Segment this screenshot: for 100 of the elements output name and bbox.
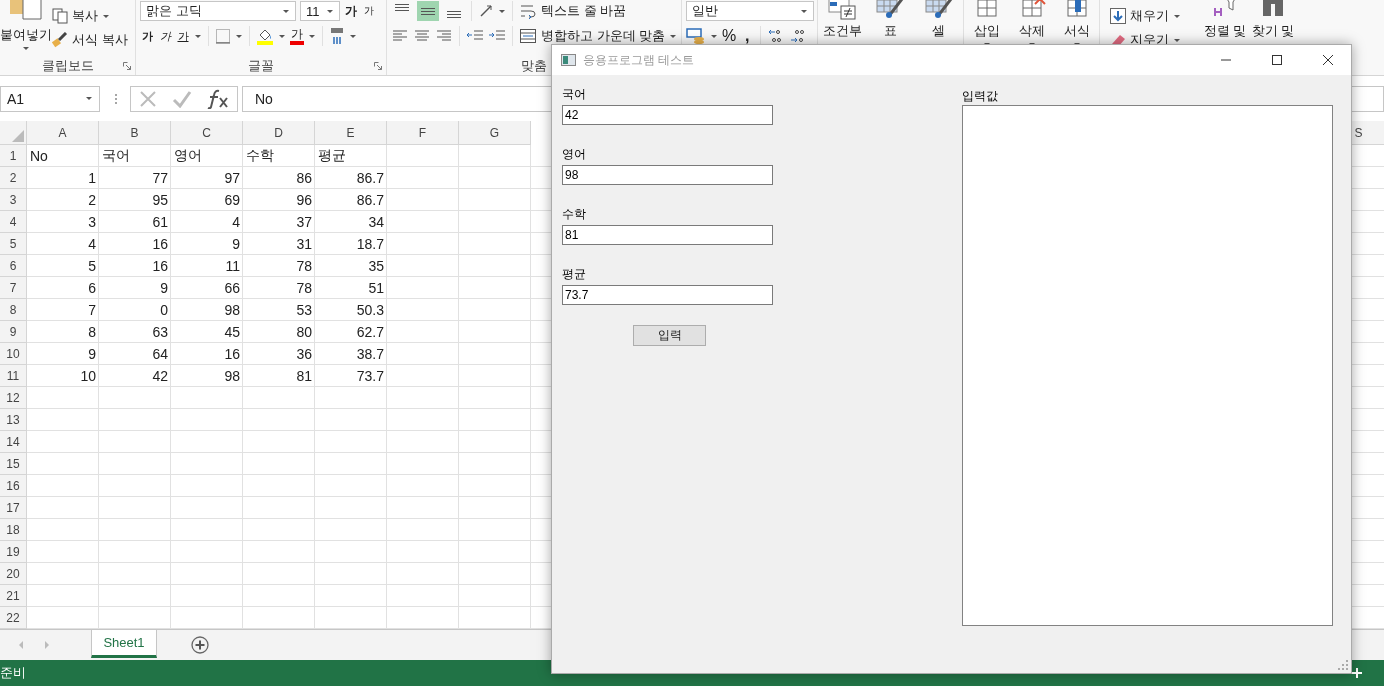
row-header[interactable]: 15: [0, 453, 27, 475]
table-cell: 16: [152, 236, 168, 252]
cancel-icon[interactable]: [138, 89, 157, 108]
input-field[interactable]: 81: [562, 225, 773, 245]
table-cell: 98: [224, 302, 240, 318]
column-header[interactable]: E: [315, 121, 387, 145]
table-cell: 영어: [174, 147, 202, 165]
add-sheet-icon[interactable]: [191, 636, 209, 654]
vertical-align-button[interactable]: [417, 1, 439, 21]
sheet-tab[interactable]: Sheet1: [91, 629, 157, 658]
table-cell: 9: [160, 280, 168, 296]
fill-button[interactable]: 채우기: [1110, 6, 1199, 26]
merge-cells-icon: [519, 28, 537, 44]
table-cell: No: [30, 148, 48, 164]
horizontal-align-icon[interactable]: [413, 28, 431, 44]
row-header[interactable]: 2: [0, 167, 27, 189]
row-header[interactable]: 1: [0, 145, 27, 167]
format-painter-button[interactable]: 서식 복사: [52, 30, 128, 50]
drag-handle-icon[interactable]: [114, 91, 118, 106]
font-size-dropdown[interactable]: 11: [300, 1, 340, 21]
shrink-font-button[interactable]: 가: [362, 1, 376, 21]
table-cell: 77: [152, 170, 168, 186]
resize-grip-icon[interactable]: [1338, 660, 1348, 670]
submit-button[interactable]: 입력: [633, 325, 706, 346]
row-header[interactable]: 4: [0, 211, 27, 233]
dialog-launcher-icon[interactable]: [374, 62, 382, 70]
group-label: 글꼴: [248, 57, 274, 75]
row-header[interactable]: 8: [0, 299, 27, 321]
table-cell: 국어: [102, 147, 130, 165]
table-cell: 4: [232, 214, 240, 230]
row-header[interactable]: 5: [0, 233, 27, 255]
phonetic-guide-icon[interactable]: [329, 27, 345, 45]
table-cell: 9: [232, 236, 240, 252]
find-select-button[interactable]: 찾기 및: [1251, 0, 1295, 40]
table-cell: 64: [152, 346, 168, 362]
row-header[interactable]: 11: [0, 365, 27, 387]
function-icon[interactable]: [207, 88, 230, 109]
row-header[interactable]: 16: [0, 475, 27, 497]
fill-color-icon[interactable]: [256, 27, 274, 45]
table-cell: 95: [152, 192, 168, 208]
row-header[interactable]: 7: [0, 277, 27, 299]
table-cell: 97: [224, 170, 240, 186]
maximize-icon[interactable]: [1271, 54, 1283, 66]
column-header[interactable]: F: [387, 121, 459, 145]
currency-icon[interactable]: [686, 27, 706, 45]
column-header[interactable]: A: [27, 121, 99, 145]
borders-icon[interactable]: [215, 28, 231, 44]
dialog-launcher-icon[interactable]: [123, 62, 131, 70]
underline-button[interactable]: 가: [176, 26, 190, 46]
input-field[interactable]: 73.7: [562, 285, 773, 305]
row-header[interactable]: 3: [0, 189, 27, 211]
horizontal-align-icon[interactable]: [435, 28, 453, 44]
cell-styles-button[interactable]: 셀: [916, 0, 961, 40]
font-name-dropdown[interactable]: 맑은 고딕: [140, 1, 296, 21]
sort-filter-button[interactable]: 정렬 및: [1203, 0, 1247, 40]
wrap-text-button[interactable]: 텍스트 줄 바꿈: [519, 1, 627, 21]
check-icon[interactable]: [172, 89, 192, 108]
row-header[interactable]: 19: [0, 541, 27, 563]
percent-button[interactable]: %: [722, 26, 737, 46]
row-header[interactable]: 13: [0, 409, 27, 431]
paste-button[interactable]: 붙여넣기: [0, 0, 52, 51]
row-header[interactable]: 20: [0, 563, 27, 585]
align-lines-icon: [421, 7, 435, 15]
field-label: 수학: [562, 206, 587, 223]
row-header[interactable]: 17: [0, 497, 27, 519]
horizontal-align-icon[interactable]: [391, 28, 409, 44]
row-header[interactable]: 10: [0, 343, 27, 365]
name-box[interactable]: A1: [0, 85, 100, 112]
table-cell: 수학: [246, 147, 274, 165]
table-cell: 11: [225, 258, 240, 274]
row-header[interactable]: 14: [0, 431, 27, 453]
row-header[interactable]: 18: [0, 519, 27, 541]
column-header[interactable]: D: [243, 121, 315, 145]
column-header[interactable]: B: [99, 121, 171, 145]
font-color-button[interactable]: 가: [290, 27, 304, 45]
row-header[interactable]: 21: [0, 585, 27, 607]
table-cell: 80: [296, 324, 312, 340]
orientation-icon[interactable]: [478, 3, 494, 19]
copy-button[interactable]: 복사: [52, 6, 128, 26]
input-field[interactable]: 42: [562, 105, 773, 125]
conditional-formatting-button[interactable]: 조건부: [820, 0, 865, 40]
table-cell: 1: [88, 170, 96, 186]
column-header[interactable]: C: [171, 121, 243, 145]
italic-button[interactable]: 가: [158, 26, 172, 46]
table-cell: 78: [296, 280, 312, 296]
bold-button[interactable]: 가: [140, 26, 154, 46]
grow-font-button[interactable]: 가: [344, 1, 358, 21]
table-cell: 38.7: [356, 346, 384, 362]
column-header[interactable]: G: [459, 121, 531, 145]
row-header[interactable]: 9: [0, 321, 27, 343]
number-format-dropdown[interactable]: 일반: [686, 1, 814, 21]
row-header[interactable]: 12: [0, 387, 27, 409]
input-field[interactable]: 98: [562, 165, 773, 185]
row-header[interactable]: 6: [0, 255, 27, 277]
table-cell: 0: [160, 302, 168, 318]
format-as-table-button[interactable]: 표: [868, 0, 913, 40]
comma-button[interactable]: ,: [740, 26, 755, 46]
row-header[interactable]: 22: [0, 607, 27, 629]
zoom-in-icon[interactable]: [1351, 667, 1363, 679]
close-icon[interactable]: [1322, 54, 1334, 66]
